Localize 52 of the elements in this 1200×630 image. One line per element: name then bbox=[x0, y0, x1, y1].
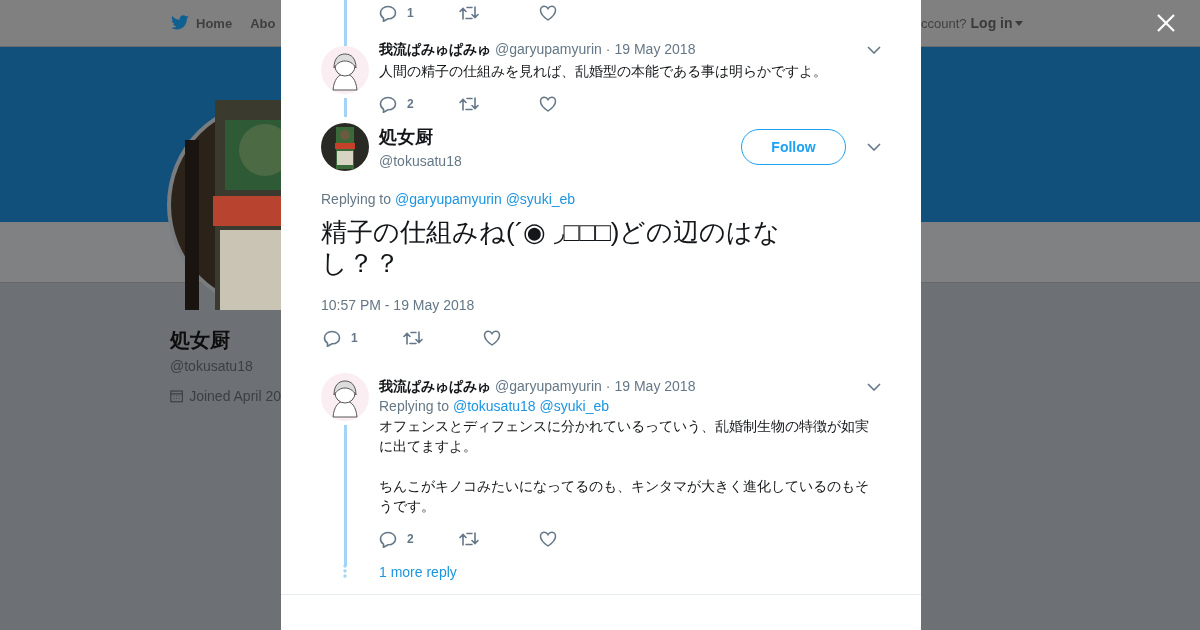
chevron-down-icon[interactable] bbox=[867, 383, 881, 391]
author-name[interactable]: 我流ぱみゅぱみゅ bbox=[379, 378, 491, 396]
tweet-date: 19 May 2018 bbox=[614, 378, 696, 394]
heart-icon[interactable] bbox=[539, 96, 557, 112]
retweet-icon[interactable] bbox=[459, 6, 479, 20]
author-handle: @garyupamyurin bbox=[495, 41, 602, 57]
close-icon[interactable] bbox=[1157, 14, 1175, 32]
tweet-text: ちんこがキノコみたいになってるのも、キンタマが大きく進化しているのもそうです。 bbox=[379, 477, 870, 516]
author-name[interactable]: 処女厨 bbox=[379, 125, 731, 149]
nav-link[interactable]: Abo bbox=[250, 15, 276, 31]
reply-count: 1 bbox=[407, 6, 414, 20]
caret-icon[interactable] bbox=[1014, 20, 1023, 26]
mention-link[interactable]: @garyupamyurin bbox=[394, 191, 502, 207]
reply-count: 2 bbox=[407, 532, 414, 546]
reply-icon[interactable] bbox=[379, 4, 397, 22]
more-replies-link[interactable]: 1 more reply bbox=[379, 564, 881, 580]
calendar-icon bbox=[170, 388, 184, 404]
reply-icon[interactable] bbox=[379, 530, 397, 548]
follow-button[interactable]: Follow bbox=[741, 129, 846, 165]
chevron-down-icon[interactable] bbox=[867, 143, 881, 151]
replying-to-text: Replying to @garyupamyurin @syuki_eb bbox=[321, 191, 577, 207]
retweet-icon[interactable] bbox=[459, 97, 479, 111]
bird-icon bbox=[170, 15, 190, 31]
tweet-date: 19 May 2018 bbox=[614, 41, 696, 57]
tweet-text: 人間の精子の仕組みを見れば、乱婚型の本能である事は明らかですよ。 bbox=[379, 62, 828, 81]
heart-icon[interactable] bbox=[539, 5, 557, 21]
replying-to-text: Replying to @tokusatu18 @syuki_eb bbox=[379, 398, 610, 414]
mention-link[interactable]: @tokusatu18 bbox=[452, 398, 536, 414]
separator-dot: · bbox=[605, 41, 611, 57]
reply-icon[interactable] bbox=[323, 329, 341, 347]
author-handle: @garyupamyurin bbox=[495, 378, 602, 394]
separator-dot: · bbox=[605, 378, 611, 394]
mention-link[interactable]: @syuki_eb bbox=[505, 191, 576, 207]
retweet-icon[interactable] bbox=[403, 331, 423, 345]
mention-link[interactable]: @syuki_eb bbox=[539, 398, 609, 414]
tweet-text: 精子の仕組みね(´◉ ◞□□□)どの辺のはなし？？ bbox=[321, 217, 782, 279]
account-prompt: ccount? bbox=[921, 15, 967, 31]
nav-link[interactable]: Home bbox=[170, 15, 233, 31]
reply-count: 1 bbox=[351, 331, 358, 345]
tweet-timestamp: 10:57 PM - 19 May 2018 bbox=[321, 297, 476, 313]
author-name[interactable]: 我流ぱみゅぱみゅ bbox=[379, 41, 491, 59]
tweet-text: オフェンスとディフェンスに分かれているっていう、乱婚制生物の特徴が如実に出てますよ。 bbox=[379, 417, 870, 456]
avatar[interactable] bbox=[321, 123, 369, 171]
login-link[interactable]: Log in bbox=[970, 15, 1023, 31]
retweet-icon[interactable] bbox=[459, 532, 479, 546]
chevron-down-icon[interactable] bbox=[867, 46, 881, 54]
profile-name: 処女厨 bbox=[170, 328, 231, 353]
heart-icon[interactable] bbox=[539, 531, 557, 547]
author-handle: @tokusatu18 bbox=[379, 153, 463, 169]
reply-count: 2 bbox=[407, 97, 414, 111]
reply-icon[interactable] bbox=[379, 95, 397, 113]
heart-icon[interactable] bbox=[483, 330, 501, 346]
